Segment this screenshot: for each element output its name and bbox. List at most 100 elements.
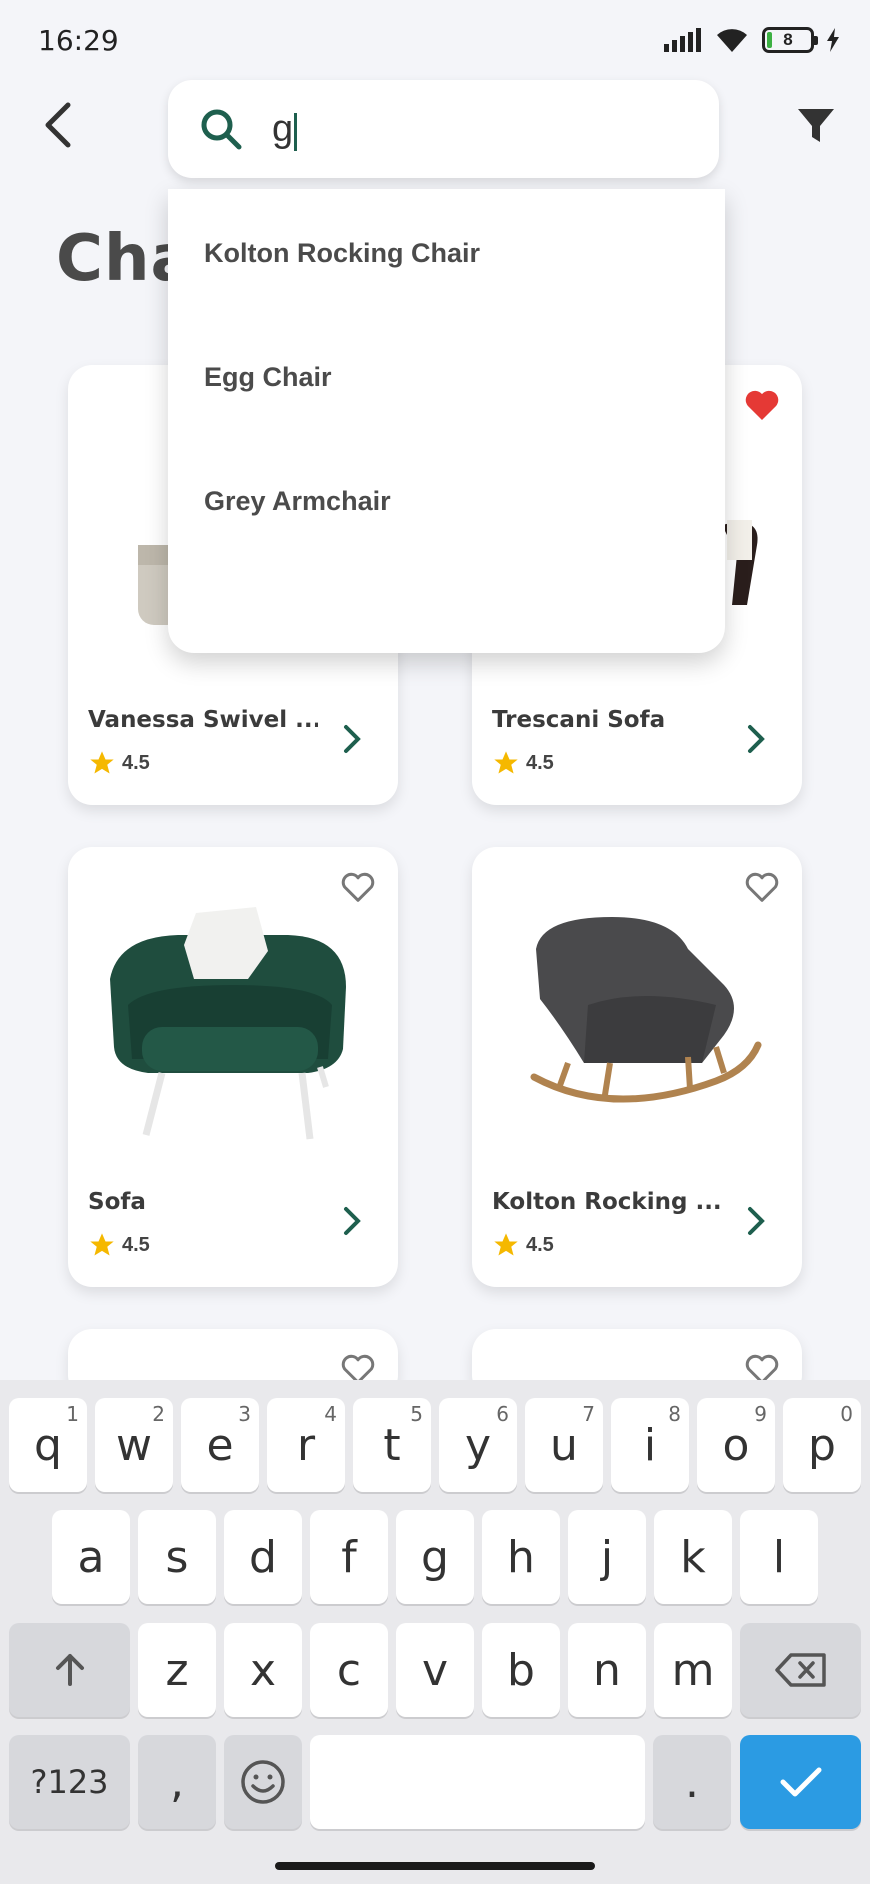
key-j[interactable]: j bbox=[568, 1510, 646, 1604]
key-hint: 9 bbox=[754, 1402, 767, 1426]
open-product-button[interactable] bbox=[330, 717, 374, 761]
star-icon bbox=[90, 1233, 114, 1256]
back-button[interactable] bbox=[28, 95, 88, 155]
key-hint: 0 bbox=[840, 1402, 853, 1426]
key-u[interactable]: u7 bbox=[525, 1398, 603, 1492]
key-e[interactable]: e3 bbox=[181, 1398, 259, 1492]
key-hint: 8 bbox=[668, 1402, 681, 1426]
product-card[interactable]: Sofa 4.5 bbox=[68, 847, 398, 1287]
search-input[interactable] bbox=[272, 102, 692, 156]
product-rating: 4.5 bbox=[492, 749, 554, 777]
key-hint: 5 bbox=[410, 1402, 423, 1426]
key-hint: 4 bbox=[324, 1402, 337, 1426]
key-label: r bbox=[296, 1419, 316, 1471]
key-label: p bbox=[808, 1419, 836, 1471]
key-x[interactable]: x bbox=[224, 1623, 302, 1717]
key-label: t bbox=[383, 1419, 401, 1471]
key-t[interactable]: t5 bbox=[353, 1398, 431, 1492]
key-k[interactable]: k bbox=[654, 1510, 732, 1604]
product-image bbox=[530, 917, 762, 1103]
key-hint: 2 bbox=[152, 1402, 165, 1426]
battery-level: 8 bbox=[783, 30, 793, 49]
key-z[interactable]: z bbox=[138, 1623, 216, 1717]
open-product-button[interactable] bbox=[734, 1199, 778, 1243]
key-a[interactable]: a bbox=[52, 1510, 130, 1604]
symbols-key[interactable]: ?123 bbox=[9, 1735, 130, 1829]
favorite-heart-icon[interactable] bbox=[742, 385, 782, 425]
search-bar[interactable] bbox=[168, 80, 719, 178]
comma-key[interactable]: , bbox=[138, 1735, 216, 1829]
signal-icon bbox=[664, 28, 701, 52]
emoji-key[interactable] bbox=[224, 1735, 302, 1829]
suggestion-item[interactable]: Egg Chair bbox=[204, 362, 332, 393]
checkmark-icon bbox=[780, 1767, 821, 1797]
key-hint: 3 bbox=[238, 1402, 251, 1426]
back-arrow-icon bbox=[45, 102, 71, 148]
key-hint: 6 bbox=[496, 1402, 509, 1426]
product-rating: 4.5 bbox=[88, 1231, 150, 1259]
key-i[interactable]: i8 bbox=[611, 1398, 689, 1492]
key-l[interactable]: l bbox=[740, 1510, 818, 1604]
key-label: y bbox=[464, 1419, 492, 1471]
open-product-button[interactable] bbox=[330, 1199, 374, 1243]
key-d[interactable]: d bbox=[224, 1510, 302, 1604]
chevron-right-icon bbox=[748, 1207, 765, 1235]
key-v[interactable]: v bbox=[396, 1623, 474, 1717]
key-y[interactable]: y6 bbox=[439, 1398, 517, 1492]
key-c[interactable]: c bbox=[310, 1623, 388, 1717]
key-q[interactable]: q1 bbox=[9, 1398, 87, 1492]
rating-value: 4.5 bbox=[526, 1233, 554, 1256]
period-key[interactable]: . bbox=[653, 1735, 731, 1829]
rating-value: 4.5 bbox=[122, 1233, 150, 1256]
search-icon bbox=[201, 109, 242, 150]
filter-icon bbox=[798, 109, 834, 142]
key-label: i bbox=[643, 1419, 657, 1471]
key-s[interactable]: s bbox=[138, 1510, 216, 1604]
key-h[interactable]: h bbox=[482, 1510, 560, 1604]
status-icons: 8 bbox=[664, 24, 840, 56]
product-name: Sofa bbox=[88, 1189, 146, 1215]
key-hint: 1 bbox=[66, 1402, 79, 1426]
status-bar: 16:29 8 bbox=[0, 0, 870, 80]
key-f[interactable]: f bbox=[310, 1510, 388, 1604]
filter-button[interactable] bbox=[790, 100, 842, 152]
product-name: Vanessa Swivel ... bbox=[88, 707, 318, 733]
key-w[interactable]: w2 bbox=[95, 1398, 173, 1492]
rating-value: 4.5 bbox=[122, 751, 150, 774]
key-label: o bbox=[722, 1419, 750, 1471]
product-name: Kolton Rocking ... bbox=[492, 1189, 722, 1215]
star-icon bbox=[494, 1233, 518, 1256]
key-b[interactable]: b bbox=[482, 1623, 560, 1717]
key-m[interactable]: m bbox=[654, 1623, 732, 1717]
shift-key[interactable] bbox=[9, 1623, 130, 1717]
chevron-right-icon bbox=[748, 725, 765, 753]
product-card[interactable]: Kolton Rocking ... 4.5 bbox=[472, 847, 802, 1287]
key-g[interactable]: g bbox=[396, 1510, 474, 1604]
open-product-button[interactable] bbox=[734, 717, 778, 761]
key-r[interactable]: r4 bbox=[267, 1398, 345, 1492]
search-suggestions: Kolton Rocking Chair Egg Chair Grey Armc… bbox=[168, 189, 725, 653]
key-n[interactable]: n bbox=[568, 1623, 646, 1717]
space-key[interactable] bbox=[310, 1735, 645, 1829]
product-image bbox=[110, 907, 346, 1140]
product-rating: 4.5 bbox=[88, 749, 150, 777]
star-icon bbox=[90, 751, 114, 774]
key-o[interactable]: o9 bbox=[697, 1398, 775, 1492]
chevron-right-icon bbox=[344, 725, 361, 753]
key-label: w bbox=[116, 1419, 152, 1471]
status-time: 16:29 bbox=[38, 24, 119, 57]
suggestion-item[interactable]: Grey Armchair bbox=[204, 486, 391, 517]
backspace-key[interactable] bbox=[740, 1623, 861, 1717]
chevron-right-icon bbox=[344, 1207, 361, 1235]
star-icon bbox=[494, 751, 518, 774]
key-label: q bbox=[34, 1419, 62, 1471]
product-name: Trescani Sofa bbox=[492, 707, 666, 733]
emoji-icon bbox=[241, 1760, 285, 1804]
charging-icon bbox=[827, 28, 839, 52]
done-key[interactable] bbox=[740, 1735, 861, 1829]
shift-icon bbox=[55, 1654, 84, 1686]
key-label: u bbox=[550, 1419, 578, 1471]
backspace-icon bbox=[774, 1653, 826, 1687]
key-p[interactable]: p0 bbox=[783, 1398, 861, 1492]
suggestion-item[interactable]: Kolton Rocking Chair bbox=[204, 238, 480, 269]
